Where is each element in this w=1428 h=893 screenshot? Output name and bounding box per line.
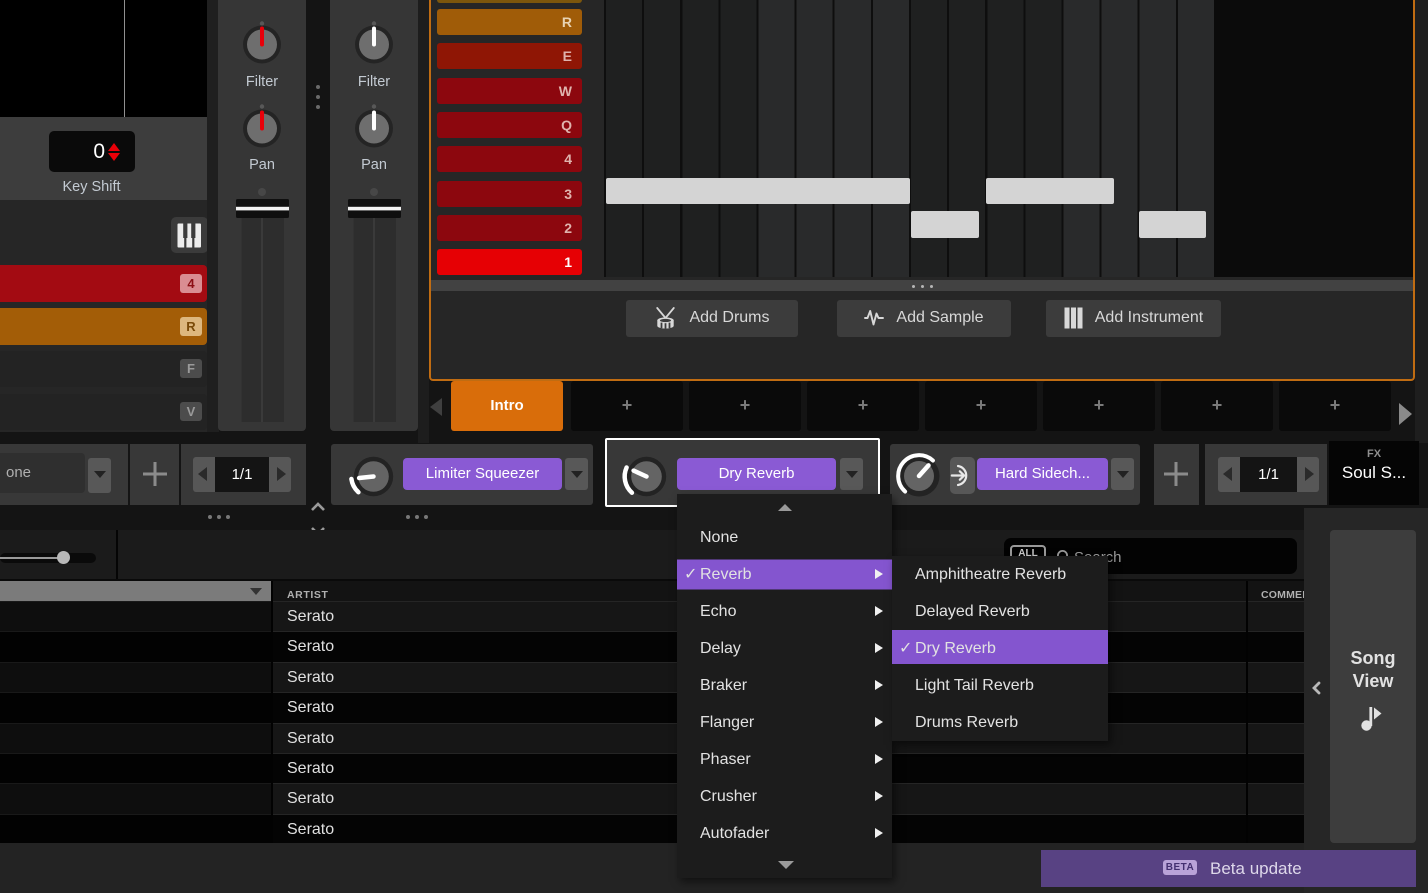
- svg-text:Filter: Filter: [358, 74, 390, 90]
- svg-text:Pan: Pan: [249, 157, 275, 173]
- svg-text:Filter: Filter: [246, 74, 278, 90]
- svg-text:Pan: Pan: [361, 157, 387, 173]
